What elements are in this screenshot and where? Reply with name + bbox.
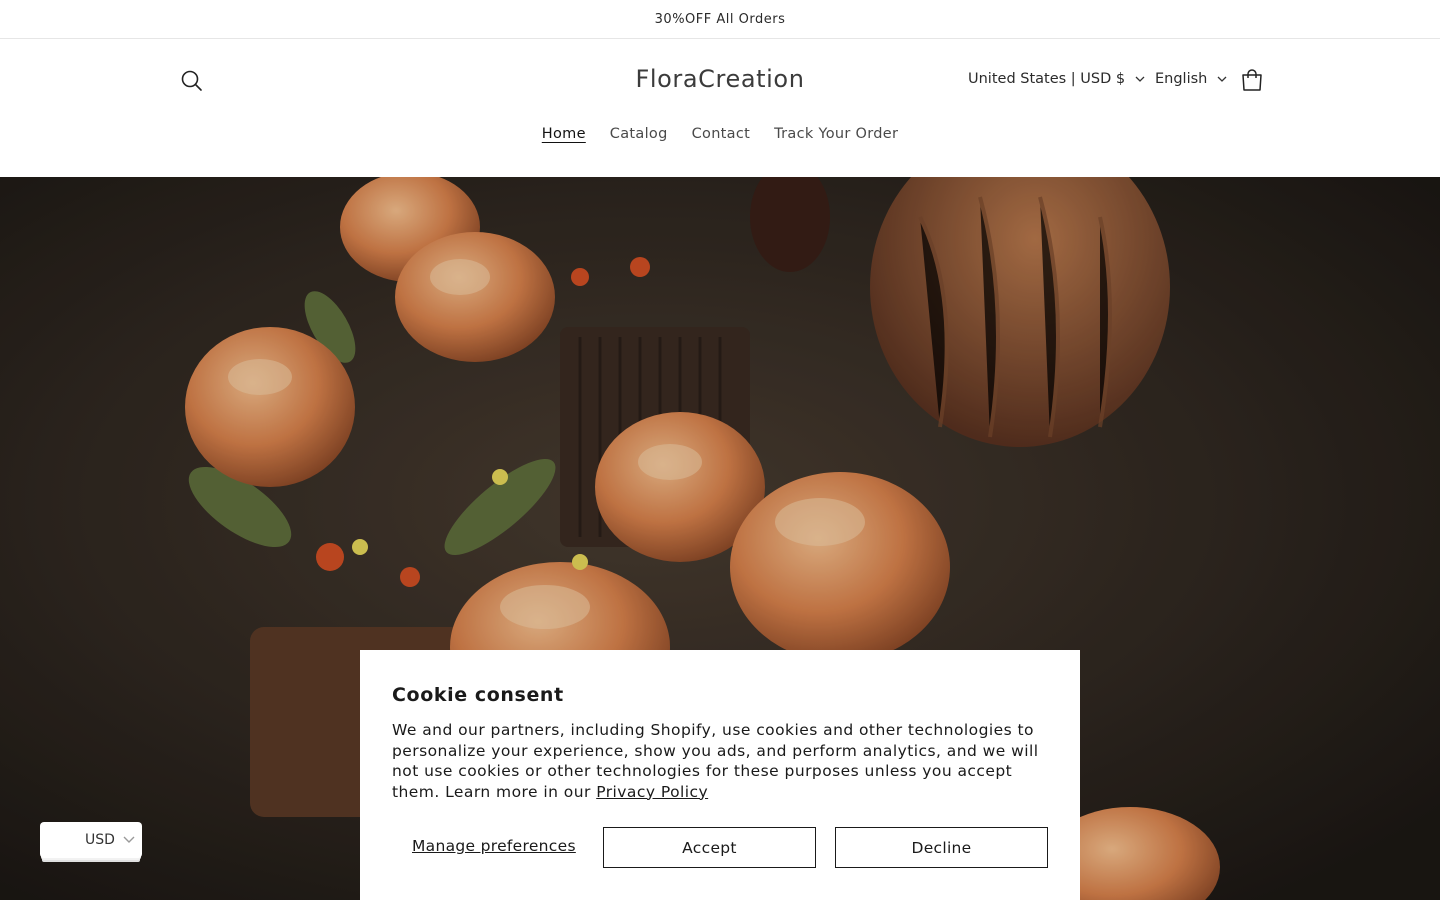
- nav-item-catalog[interactable]: Catalog: [598, 126, 680, 142]
- privacy-policy-link[interactable]: Privacy Policy: [596, 783, 708, 801]
- announcement-bar: 30%OFF All Orders: [0, 0, 1440, 39]
- search-button[interactable]: [178, 67, 206, 95]
- chevron-down-icon: [123, 836, 135, 843]
- search-icon: [181, 70, 202, 91]
- decline-button[interactable]: Decline: [835, 827, 1048, 868]
- nav-item-track-order[interactable]: Track Your Order: [762, 126, 910, 142]
- currency-switcher-label: USD: [85, 832, 115, 848]
- announcement-text: 30%OFF All Orders: [654, 11, 786, 27]
- chevron-down-icon: [1135, 76, 1145, 82]
- nav-item-home[interactable]: Home: [530, 126, 598, 142]
- site-logo[interactable]: FloraCreation: [635, 65, 804, 93]
- cart-button[interactable]: [1238, 67, 1266, 95]
- manage-preferences-button[interactable]: Manage preferences: [412, 837, 576, 855]
- cart-icon: [1242, 69, 1262, 91]
- accept-button[interactable]: Accept: [603, 827, 816, 868]
- chevron-down-icon: [1217, 76, 1227, 82]
- language-selector-label: English: [1155, 71, 1208, 87]
- country-selector[interactable]: United States | USD $: [968, 71, 1145, 87]
- nav-item-contact[interactable]: Contact: [680, 126, 763, 142]
- language-selector[interactable]: English: [1155, 71, 1227, 87]
- cookie-consent-body: We and our partners, including Shopify, …: [392, 720, 1052, 802]
- main-nav: Home Catalog Contact Track Your Order: [0, 126, 1440, 142]
- cookie-consent-dialog: Cookie consent We and our partners, incl…: [360, 650, 1080, 900]
- country-selector-label: United States | USD $: [968, 71, 1126, 87]
- cookie-consent-actions: Manage preferences Accept Decline: [392, 827, 1048, 868]
- cookie-consent-title: Cookie consent: [392, 684, 564, 706]
- site-header: FloraCreation United States | USD $ Engl…: [0, 39, 1440, 177]
- cookie-consent-body-text: We and our partners, including Shopify, …: [392, 721, 1039, 801]
- currency-switcher[interactable]: USD: [40, 822, 142, 858]
